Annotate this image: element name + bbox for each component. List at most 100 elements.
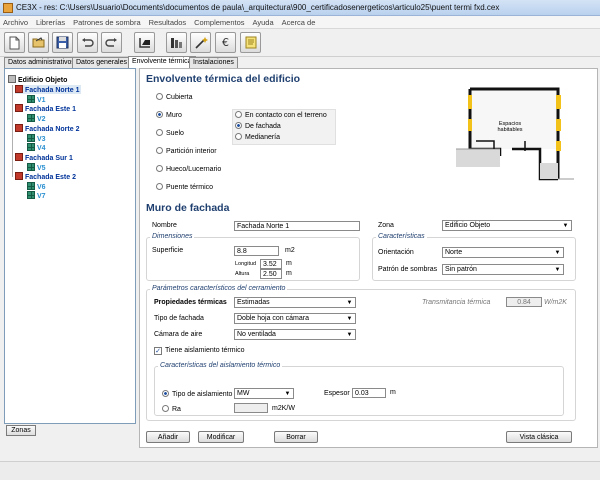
window-title: CE3X - res: C:\Users\Usuario\Documents\d…: [16, 3, 500, 12]
tree-item-v6[interactable]: V6: [27, 182, 46, 191]
envelope-tree: Edificio Objeto Fachada Norte 1 V1 Facha…: [4, 68, 136, 424]
tree-root[interactable]: Edificio Objeto: [8, 75, 67, 84]
tree-item-label: Fachada Norte 2: [25, 126, 80, 133]
bar-chart-icon[interactable]: [166, 32, 187, 53]
menu-librerias[interactable]: Librerías: [33, 16, 68, 29]
radio-indicator: [235, 122, 242, 129]
menu-resultados[interactable]: Resultados: [146, 16, 190, 29]
radio-label: Puente térmico: [166, 184, 214, 191]
camara-aire-label: Cámara de aire: [154, 331, 203, 338]
radio-indicator: [235, 111, 242, 118]
building-section-diagram: [450, 81, 584, 193]
window-icon: [27, 163, 35, 171]
aislamiento-checkbox[interactable]: ✓ Tiene aislamiento térmico: [154, 347, 245, 355]
radio-medianeria[interactable]: Medianería: [235, 133, 280, 141]
chevron-down-icon: ▼: [346, 300, 353, 306]
radio-suelo[interactable]: Suelo: [156, 129, 184, 137]
tab-envolvente-termica[interactable]: Envolvente térmica: [128, 56, 196, 68]
import-icon[interactable]: [134, 32, 155, 53]
open-folder-icon[interactable]: [28, 32, 49, 53]
tree-item-v2[interactable]: V2: [27, 114, 46, 123]
tree-item-fachada-este-2[interactable]: Fachada Este 2: [15, 172, 76, 181]
altura-input[interactable]: 2.50: [260, 269, 282, 279]
euro-icon[interactable]: €: [215, 32, 236, 53]
orientacion-select[interactable]: Norte ▼: [442, 247, 564, 258]
zona-label: Zona: [378, 222, 394, 229]
radio-indicator: [235, 133, 242, 140]
tipo-fachada-value: Doble hoja con cámara: [237, 315, 309, 322]
radio-de-fachada[interactable]: De fachada: [235, 122, 281, 130]
radio-particion-interior[interactable]: Partición interior: [156, 147, 217, 155]
camara-aire-select[interactable]: No ventilada ▼: [234, 329, 356, 340]
radio-label: Partición interior: [166, 148, 217, 155]
radio-indicator: [156, 183, 163, 190]
radio-en-contacto-terreno[interactable]: En contacto con el terreno: [235, 111, 327, 119]
menu-acerca-de[interactable]: Acerca de: [279, 16, 319, 29]
radio-cubierta[interactable]: Cubierta: [156, 93, 192, 101]
tree-item-label: Fachada Norte 1: [25, 87, 80, 94]
notes-icon[interactable]: [240, 32, 261, 53]
patron-sombras-select[interactable]: Sin patrón ▼: [442, 264, 564, 275]
tree-item-v5[interactable]: V5: [27, 163, 46, 172]
zona-select[interactable]: Edificio Objeto ▼: [442, 220, 572, 231]
tree-item-v3[interactable]: V3: [27, 134, 46, 143]
patron-sombras-value: Sin patrón: [445, 266, 477, 273]
modificar-button[interactable]: Modificar: [198, 431, 244, 443]
radio-label: Medianería: [245, 134, 281, 141]
tree-item-fachada-sur-1[interactable]: Fachada Sur 1: [15, 153, 73, 162]
radio-ra[interactable]: Ra: [162, 405, 181, 413]
tab-datos-generales[interactable]: Datos generales: [72, 57, 131, 68]
nombre-input[interactable]: Fachada Norte 1: [234, 221, 360, 231]
menu-ayuda[interactable]: Ayuda: [250, 16, 277, 29]
espesor-input[interactable]: 0.03: [352, 388, 386, 398]
radio-muro[interactable]: Muro: [156, 111, 182, 119]
longitud-input[interactable]: 3.52: [260, 259, 282, 269]
menu-patrones-de-sombra[interactable]: Patrones de sombra: [70, 16, 144, 29]
radio-hueco-lucernario[interactable]: Hueco/Lucernario: [156, 165, 221, 173]
zonas-button[interactable]: Zonas: [6, 425, 36, 436]
tab-datos-administrativos[interactable]: Datos administrativos: [4, 57, 79, 68]
tree-item-v1[interactable]: V1: [27, 95, 46, 104]
save-icon[interactable]: [52, 32, 73, 53]
building-icon: [8, 75, 16, 83]
radio-label: Hueco/Lucernario: [166, 166, 222, 173]
borrar-button[interactable]: Borrar: [274, 431, 318, 443]
propiedades-termicas-select[interactable]: Estimadas ▼: [234, 297, 356, 308]
main-panel: Envolvente térmica del edificio Cubierta…: [139, 68, 598, 448]
redo-icon[interactable]: [101, 32, 122, 53]
status-bar: [0, 461, 600, 480]
caracteristicas-title: Características: [376, 233, 427, 240]
radio-tipo-aislamiento[interactable]: Tipo de aislamiento: [162, 390, 232, 398]
menu-complementos[interactable]: Complementos: [191, 16, 247, 29]
vista-clasica-button[interactable]: Vista clásica: [506, 431, 572, 443]
tree-item-label: V5: [37, 165, 46, 172]
diagram-label: Espacios habitables: [497, 121, 523, 133]
window-icon: [27, 182, 35, 190]
tree-item-label: V2: [37, 116, 46, 123]
window-icon: [27, 134, 35, 142]
tree-item-fachada-norte-2[interactable]: Fachada Norte 2: [15, 124, 79, 133]
tree-item-v4[interactable]: V4: [27, 143, 46, 152]
propiedades-termicas-label: Propiedades térmicas: [154, 299, 227, 306]
tree-item-fachada-norte-1[interactable]: Fachada Norte 1: [15, 85, 82, 94]
dimensiones-title: Dimensiones: [150, 233, 195, 240]
ra-unit: m2K/W: [272, 405, 295, 412]
undo-icon[interactable]: [77, 32, 98, 53]
wall-icon: [15, 85, 23, 93]
tipo-fachada-select[interactable]: Doble hoja con cámara ▼: [234, 313, 356, 324]
tree-item-label: Fachada Sur 1: [25, 155, 73, 162]
radio-puente-termico[interactable]: Puente térmico: [156, 183, 213, 191]
tree-item-label: V7: [37, 193, 46, 200]
tree-item-fachada-este-1[interactable]: Fachada Este 1: [15, 104, 76, 113]
tree-item-v7[interactable]: V7: [27, 191, 46, 200]
tipo-aislamiento-select[interactable]: MW ▼: [234, 388, 294, 399]
menu-archivo[interactable]: Archivo: [0, 16, 31, 29]
chevron-down-icon: ▼: [284, 391, 291, 397]
anadir-button[interactable]: Añadir: [146, 431, 190, 443]
tab-instalaciones[interactable]: Instalaciones: [189, 57, 238, 68]
superficie-input[interactable]: 8.8: [234, 246, 279, 256]
wand-icon[interactable]: [190, 32, 211, 53]
new-file-icon[interactable]: [4, 32, 25, 53]
superficie-unit: m2: [285, 247, 295, 254]
window-icon: [27, 191, 35, 199]
